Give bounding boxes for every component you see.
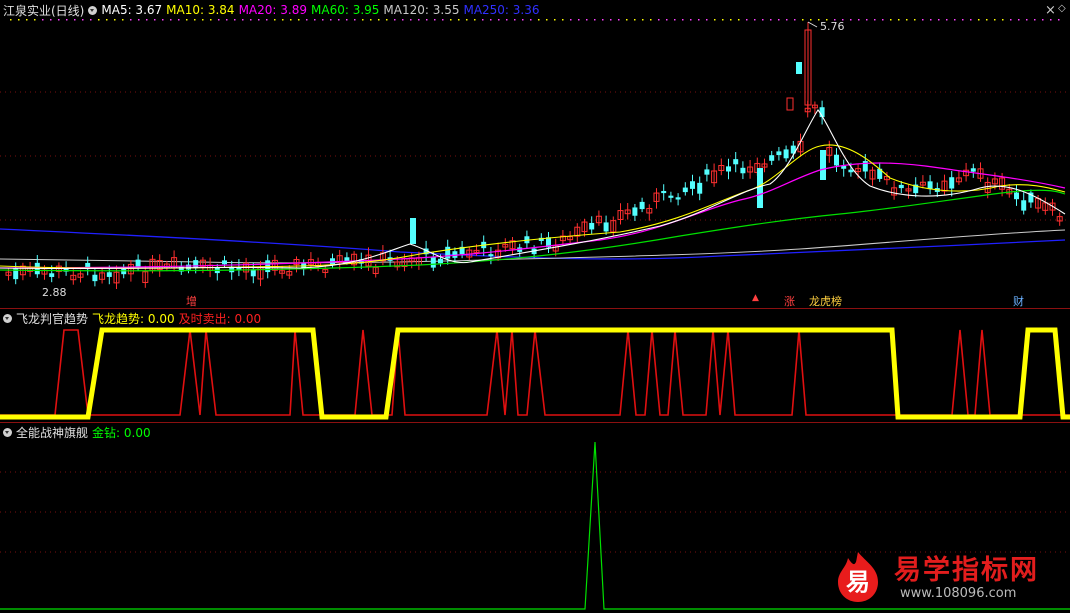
menu-circle-icon[interactable]: [88, 5, 98, 15]
price-chart-header: 江泉实业(日线) MA5: 3.67 MA10: 3.84 MA20: 3.89…: [3, 2, 544, 18]
sell-signal-line: [0, 329, 1070, 416]
stock-name: 江泉实业(日线): [3, 3, 85, 18]
ma250-label: MA250: 3.36: [463, 3, 540, 17]
watermark-url: www.108096.com: [900, 586, 1017, 601]
feilong-trend-value: 飞龙趋势: 0.00: [92, 311, 175, 326]
flame-logo-icon: 易: [838, 552, 878, 602]
ma120-label: MA120: 3.55: [383, 3, 460, 17]
high-price-label: 5.76: [820, 20, 845, 33]
candlesticks: [5, 21, 1063, 290]
close-x-icon[interactable]: ×: [1045, 3, 1056, 18]
low-price-label: 2.88: [42, 286, 67, 299]
menu-circle-icon[interactable]: [3, 313, 12, 323]
ma10-label: MA10: 3.84: [166, 3, 235, 17]
ma20-label: MA20: 3.89: [238, 3, 307, 17]
marker-zhang[interactable]: 涨: [784, 293, 795, 309]
ma60-label: MA60: 3.95: [311, 3, 380, 17]
grid: [0, 91, 1070, 221]
ma-lines: [0, 109, 1066, 272]
marker-cai[interactable]: 财: [1013, 293, 1024, 309]
indicator2-header: 全能战神旗舰 金钻: 0.00: [3, 424, 155, 440]
price-chart-canvas[interactable]: [0, 0, 1070, 308]
jinzuan-value: 金钻: 0.00: [92, 425, 151, 440]
indicator1-header: 飞龙判官趋势 飞龙趋势: 0.00 及时卖出: 0.00: [3, 310, 265, 326]
menu-circle-icon[interactable]: [3, 427, 12, 437]
marker-up-arrow-icon[interactable]: ▲: [752, 293, 759, 303]
ma5-label: MA5: 3.67: [101, 3, 163, 17]
logo-char: 易: [846, 568, 870, 596]
sell-signal-value: 及时卖出: 0.00: [178, 311, 262, 326]
marker-zeng[interactable]: 增: [186, 293, 197, 309]
marker-longhu[interactable]: 龙虎榜: [809, 293, 842, 309]
indicator1-name: 飞龙判官趋势: [16, 311, 89, 326]
indicator2-name: 全能战神旗舰: [16, 425, 89, 440]
top-dot-markers: [10, 19, 1060, 21]
indicator-panel-feilong[interactable]: 飞龙判官趋势 飞龙趋势: 0.00 及时卖出: 0.00: [0, 308, 1070, 422]
diamond-icon[interactable]: ◇: [1058, 3, 1066, 14]
price-chart-panel[interactable]: 江泉实业(日线) MA5: 3.67 MA10: 3.84 MA20: 3.89…: [0, 0, 1070, 308]
feilong-trend-line: [0, 327, 1070, 420]
watermark-title: 易学指标网: [894, 555, 1039, 586]
